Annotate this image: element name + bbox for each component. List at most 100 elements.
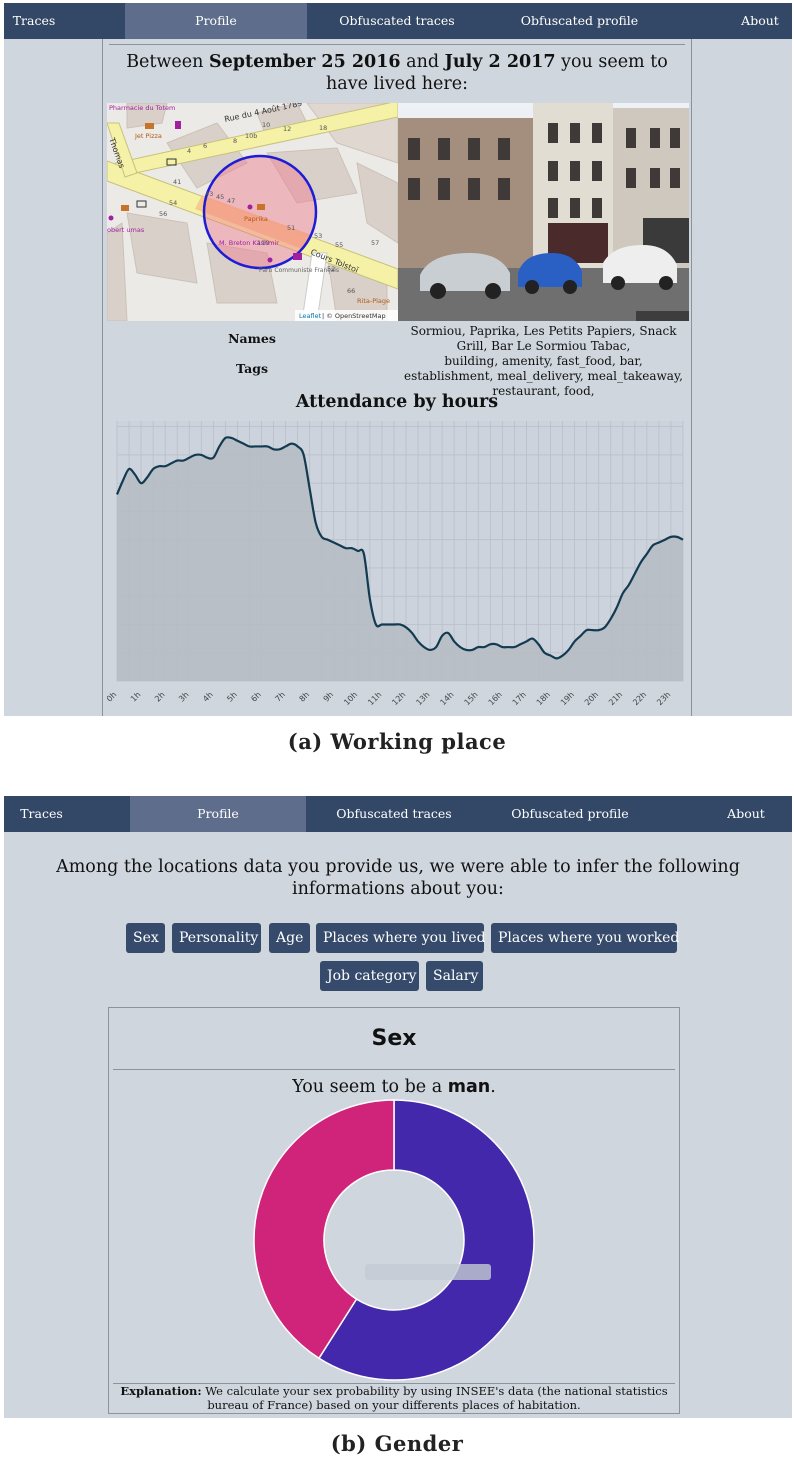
house-number: 66 xyxy=(347,287,355,295)
attendance-point xyxy=(441,635,443,637)
attendance-point xyxy=(236,440,238,442)
fast-food-icon xyxy=(257,204,265,210)
x-tick-label: 12h xyxy=(390,690,407,707)
attendance-point xyxy=(501,646,503,648)
poi-dot xyxy=(108,215,114,221)
nav-obfuscated-profile[interactable]: Obfuscated profile xyxy=(487,3,672,39)
tag-sex-button[interactable]: Sex xyxy=(126,923,165,953)
location-circle xyxy=(202,154,318,270)
street-view-image[interactable] xyxy=(398,103,689,321)
nav-profile[interactable]: Profile xyxy=(125,3,307,39)
attendance-point xyxy=(459,646,461,648)
attendance-point xyxy=(435,646,437,648)
x-tick-label: 4h xyxy=(201,690,215,704)
attendance-point xyxy=(646,553,648,555)
house-number: 43 xyxy=(205,190,213,198)
attendance-point xyxy=(297,445,299,447)
navbar: Traces Profile Obfuscated traces Obfusca… xyxy=(4,3,792,39)
attendance-point xyxy=(146,476,148,478)
explanation: Explanation: We calculate your sex proba… xyxy=(109,1384,679,1412)
tag-personality-button[interactable]: Personality xyxy=(172,923,261,953)
tag-age-button[interactable]: Age xyxy=(269,923,310,953)
attendance-point xyxy=(598,629,600,631)
attendance-point xyxy=(658,541,660,543)
x-tick-label: 18h xyxy=(535,690,552,707)
tag-salary-button[interactable]: Salary xyxy=(426,961,483,991)
x-tick-label: 2h xyxy=(153,690,167,704)
attendance-point xyxy=(170,462,172,464)
nav-traces[interactable]: Traces xyxy=(4,796,79,832)
nav-obfuscated-profile[interactable]: Obfuscated profile xyxy=(482,796,658,832)
attendance-point xyxy=(640,561,642,563)
divider xyxy=(113,1069,675,1070)
attendance-point xyxy=(272,448,274,450)
house-number: 45 xyxy=(216,193,224,201)
nav-obfuscated-traces[interactable]: Obfuscated traces xyxy=(307,3,487,39)
x-tick-label: 1h xyxy=(129,690,143,704)
poi-label: obert umas xyxy=(107,226,145,234)
names-label: Names xyxy=(228,331,276,346)
nav-traces[interactable]: Traces xyxy=(4,3,64,39)
shop-icon xyxy=(293,253,302,260)
sex-result-value: man xyxy=(447,1077,491,1097)
nav-profile[interactable]: Profile xyxy=(130,796,306,832)
attendance-point xyxy=(152,468,154,470)
nav-obfuscated-traces[interactable]: Obfuscated traces xyxy=(306,796,482,832)
attendance-point xyxy=(315,522,317,524)
chart-tooltip xyxy=(365,1264,491,1280)
tag-places-worked-button[interactable]: Places where you worked xyxy=(491,923,679,953)
attendance-point xyxy=(164,465,166,467)
attendance-point xyxy=(507,646,509,648)
x-tick-label: 11h xyxy=(366,690,383,707)
x-tick-label: 22h xyxy=(631,690,648,707)
poi-label: Pharmacie du Totem xyxy=(109,104,175,112)
attendance-point xyxy=(254,445,256,447)
x-tick-label: 14h xyxy=(438,690,455,707)
attendance-point xyxy=(574,640,576,642)
attendance-point xyxy=(561,654,563,656)
start-date: September 25 2016 xyxy=(208,52,401,72)
poi-label: M. Breton Kashmir xyxy=(219,239,279,247)
attendance-point xyxy=(345,547,347,549)
poi-label: Jet Pizza xyxy=(134,132,162,140)
tag-places-lived-button[interactable]: Places where you lived xyxy=(316,923,486,953)
x-tick-label: 19h xyxy=(559,690,576,707)
attendance-point xyxy=(158,465,160,467)
attendance-point xyxy=(513,646,515,648)
nav-about[interactable]: About xyxy=(716,796,776,832)
x-tick-label: 6h xyxy=(249,690,263,704)
attendance-point xyxy=(519,643,521,645)
gender-screenshot: Traces Profile Obfuscated traces Obfusca… xyxy=(4,796,792,1418)
location-map[interactable]: Rue du 4 Août 1789 Cours Tolstoï Thomas … xyxy=(107,103,398,321)
attendance-point xyxy=(134,474,136,476)
attendance-point xyxy=(622,592,624,594)
street-view-photo xyxy=(398,103,689,321)
tag-job-category-button[interactable]: Job category xyxy=(320,961,419,991)
house-number: 4 xyxy=(187,147,191,155)
leaflet-link[interactable]: Leaflet xyxy=(299,312,322,320)
poi-label: Rita-Plage xyxy=(357,297,390,305)
nav-about[interactable]: About xyxy=(732,3,788,39)
x-tick-label: 21h xyxy=(607,690,624,707)
attendance-point xyxy=(194,454,196,456)
navbar: Traces Profile Obfuscated traces Obfusca… xyxy=(4,796,792,832)
attendance-point xyxy=(333,541,335,543)
attendance-point xyxy=(495,643,497,645)
attendance-point xyxy=(429,649,431,651)
x-tick-label: 7h xyxy=(273,690,287,704)
names-value: Sormiou, Paprika, Les Petits Papiers, Sn… xyxy=(410,324,677,353)
tags-label: Tags xyxy=(236,361,268,376)
sex-section-title: Sex xyxy=(371,1026,417,1051)
attendance-point xyxy=(664,539,666,541)
attendance-point xyxy=(634,573,636,575)
sex-card: Sex You seem to be a man. Explanation: W… xyxy=(108,1007,680,1414)
attendance-point xyxy=(447,632,449,634)
attendance-point xyxy=(555,657,557,659)
explanation-text: We calculate your sex probability by usi… xyxy=(205,1384,668,1412)
poi-label: Paprika xyxy=(244,215,268,223)
attendance-point xyxy=(423,646,425,648)
caption-gender: (b) Gender xyxy=(330,1431,464,1456)
sex-donut-chart[interactable] xyxy=(253,1098,535,1382)
attendance-point xyxy=(477,646,479,648)
poi-dot xyxy=(267,257,273,263)
